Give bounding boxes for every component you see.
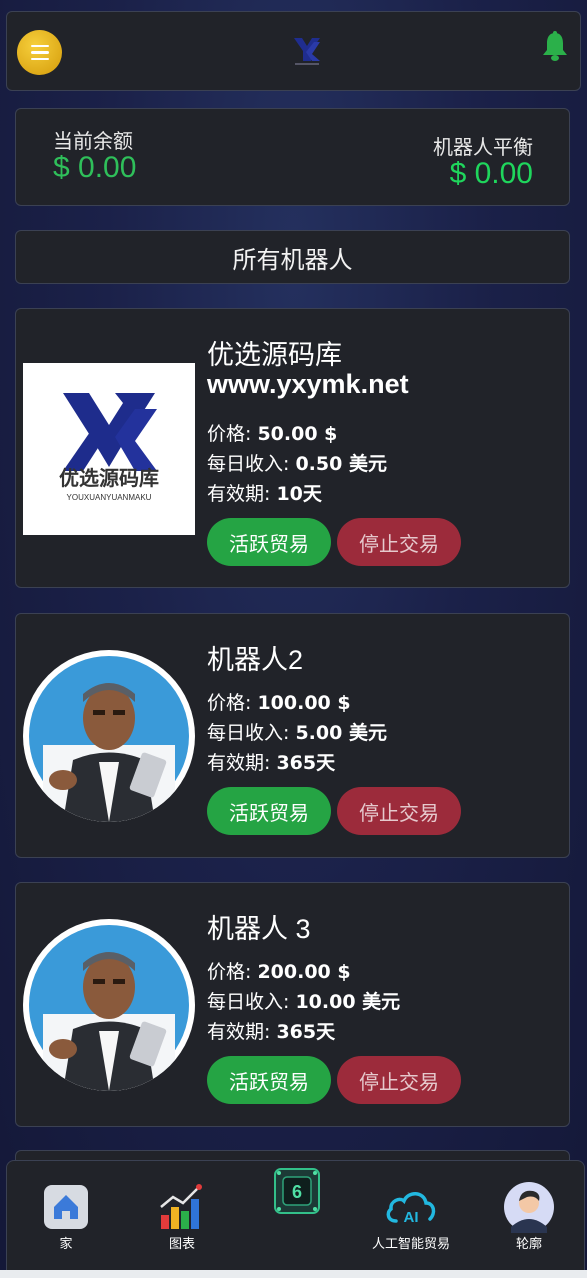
price-value: 100.00 $ — [257, 692, 351, 714]
bot-daily-income: 每日收入: 5.00 美元 — [207, 718, 387, 745]
daily-value: 5.00 美元 — [295, 722, 387, 744]
price-value: 200.00 $ — [257, 961, 351, 983]
daily-label: 每日收入: — [207, 722, 290, 744]
robot-balance-label: 机器人平衡 — [433, 135, 533, 159]
bot-card: 优选源码库 YOUXUANYUANMAKU 优选源码库 www.yxymk.ne… — [15, 308, 570, 588]
bot-avatar-image — [23, 919, 195, 1091]
validity-label: 有效期: — [207, 1021, 271, 1043]
daily-value: 10.00 美元 — [295, 991, 401, 1013]
nav-profile-label: 轮廓 — [515, 1237, 542, 1252]
avatar-icon — [504, 1182, 554, 1233]
current-balance-label: 当前余额 — [53, 129, 133, 153]
stop-trade-button[interactable]: 停止交易 — [337, 1056, 461, 1104]
bot-avatar-image — [23, 650, 195, 822]
bot-validity: 有效期: 365天 — [207, 748, 335, 775]
daily-value: 0.50 美元 — [295, 453, 387, 475]
current-balance-value: $ 0.00 — [53, 151, 137, 184]
price-label: 价格: — [207, 423, 252, 445]
stop-trade-button[interactable]: 停止交易 — [337, 518, 461, 566]
home-icon — [44, 1185, 88, 1229]
robot-balance-value: $ 0.00 — [449, 157, 533, 190]
bot-card: 机器人2 价格: 100.00 $ 每日收入: 5.00 美元 有效期: 365… — [15, 613, 570, 858]
yx-logo-icon — [294, 38, 320, 65]
bell-icon[interactable] — [540, 30, 570, 62]
bot-validity: 有效期: 365天 — [207, 1017, 335, 1044]
chip-icon: 6 — [274, 1168, 320, 1214]
bottom-nav: 家 图表 6 AI 人工智能贸易 轮廓 — [6, 1160, 585, 1272]
chart-icon — [160, 1184, 202, 1229]
svg-text:6: 6 — [292, 1182, 302, 1202]
validity-value: 365天 — [276, 752, 336, 774]
bot-price: 价格: 100.00 $ — [207, 688, 351, 715]
nav-ai-trade-label: 人工智能贸易 — [371, 1237, 450, 1252]
bot-daily-income: 每日收入: 0.50 美元 — [207, 449, 387, 476]
nav-chart[interactable]: 图表 — [132, 1183, 232, 1252]
daily-label: 每日收入: — [207, 991, 290, 1013]
ai-cloud-icon: AI — [386, 1192, 436, 1226]
bot-daily-income: 每日收入: 10.00 美元 — [207, 987, 400, 1014]
nav-home[interactable]: 家 — [16, 1183, 116, 1252]
validity-label: 有效期: — [207, 483, 271, 505]
bot-logo-image: 优选源码库 YOUXUANYUANMAKU — [23, 363, 195, 535]
nav-ai-trade[interactable]: AI 人工智能贸易 — [361, 1183, 461, 1252]
validity-value: 10天 — [276, 483, 322, 505]
stop-trade-button[interactable]: 停止交易 — [337, 787, 461, 835]
active-trade-button[interactable]: 活跃贸易 — [207, 1056, 331, 1104]
active-trade-button[interactable]: 活跃贸易 — [207, 518, 331, 566]
bot-logo-subtext: YOUXUANYUANMAKU — [67, 493, 152, 502]
nav-profile[interactable]: 轮廓 — [479, 1182, 579, 1252]
daily-label: 每日收入: — [207, 453, 290, 475]
price-label: 价格: — [207, 961, 252, 983]
bottom-strip — [0, 1270, 587, 1278]
top-header — [6, 11, 581, 91]
bot-validity: 有效期: 10天 — [207, 479, 322, 506]
nav-home-label: 家 — [59, 1237, 73, 1252]
validity-value: 365天 — [276, 1021, 336, 1043]
svg-text:AI: AI — [404, 1209, 419, 1226]
nav-center[interactable]: 6 — [247, 1163, 347, 1219]
bot-price: 价格: 50.00 $ — [207, 419, 337, 446]
bot-card: 机器人 3 价格: 200.00 $ 每日收入: 10.00 美元 有效期: 3… — [15, 882, 570, 1127]
bot-price: 价格: 200.00 $ — [207, 957, 351, 984]
bot-title: 机器人2 — [207, 645, 304, 675]
bot-logo-text: 优选源码库 — [59, 466, 159, 490]
price-label: 价格: — [207, 692, 252, 714]
balance-card: 当前余额 $ 0.00 机器人平衡 $ 0.00 — [15, 108, 570, 206]
menu-icon[interactable] — [17, 30, 62, 75]
validity-label: 有效期: — [207, 752, 271, 774]
all-bots-button[interactable]: 所有机器人 — [15, 230, 570, 284]
all-bots-label: 所有机器人 — [232, 245, 353, 274]
bot-title: 机器人 3 — [207, 914, 311, 944]
bot-title: 优选源码库 — [207, 340, 342, 370]
bot-subtitle: www.yxymk.net — [207, 369, 409, 399]
price-value: 50.00 $ — [257, 423, 338, 445]
active-trade-button[interactable]: 活跃贸易 — [207, 787, 331, 835]
nav-chart-label: 图表 — [168, 1237, 195, 1252]
